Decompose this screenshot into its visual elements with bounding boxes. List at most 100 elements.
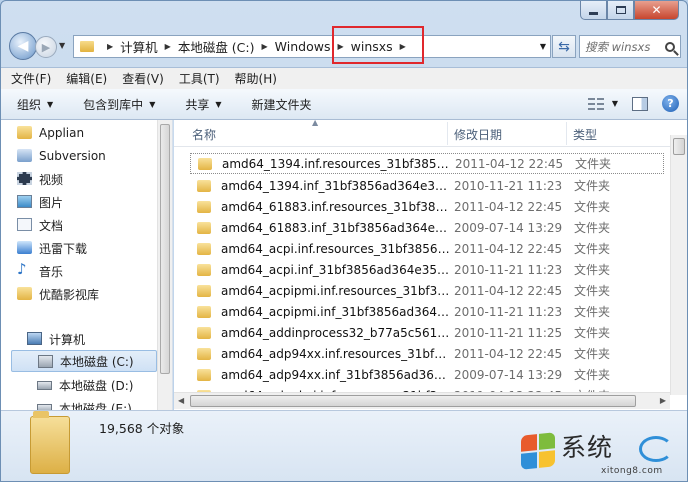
refresh-button[interactable]: ⇆ (552, 35, 576, 58)
file-row[interactable]: amd64_1394.inf_31bf3856ad364e35_... 2010-… (190, 175, 664, 196)
breadcrumb-drive-c[interactable]: 本地磁盘 (C:) (178, 37, 255, 56)
share-label: 共享 (185, 97, 210, 112)
file-type: 文件夹 (574, 305, 611, 319)
scroll-left-icon[interactable]: ◀ (178, 396, 184, 405)
column-header-type[interactable]: 类型 (573, 126, 597, 143)
menu-edit[interactable]: 编辑(E) (66, 70, 107, 87)
folder-icon (17, 126, 32, 139)
file-type: 文件夹 (574, 326, 611, 340)
address-bar[interactable]: ▶ 计算机 ▶ 本地磁盘 (C:) ▶ Windows ▶ winsxs ▶ ▼ (73, 35, 551, 58)
scroll-right-icon[interactable]: ▶ (660, 396, 666, 405)
caption-buttons: ✕ (580, 1, 679, 20)
scrollbar-thumb[interactable] (673, 138, 685, 155)
include-in-library-button[interactable]: 包含到库中 ▼ (83, 96, 155, 113)
details-pane: 19,568 个对象 系统 xitong8.com (1, 410, 687, 481)
search-icon[interactable] (665, 41, 675, 52)
folder-icon (197, 179, 211, 192)
view-options-icon[interactable] (587, 97, 604, 111)
nav-item-xunlei[interactable]: 迅雷下载 (17, 237, 87, 259)
nav-item-drive-c[interactable]: 本地磁盘 (C:) (11, 350, 157, 372)
chevron-down-icon[interactable]: ▼ (612, 99, 618, 108)
file-row[interactable]: amd64_acpipmi.inf_31bf3856ad364e3... 2010… (190, 301, 664, 322)
nav-item-label: 音乐 (39, 264, 64, 279)
file-name: amd64_addinprocess32_b77a5c5619... (221, 325, 451, 340)
file-list-horizontal-scrollbar[interactable]: ◀ ▶ (174, 392, 670, 409)
nav-item-drive-e[interactable]: 本地磁盘 (E:) (37, 397, 132, 410)
scrollbar-thumb[interactable] (190, 395, 636, 407)
nav-item-computer[interactable]: 计算机 (27, 328, 85, 350)
file-row[interactable]: amd64_adp94xx.inf_31bf3856ad364e3... 2009… (190, 364, 664, 385)
help-icon[interactable]: ? (662, 95, 679, 112)
nav-item-pictures[interactable]: 图片 (17, 191, 63, 213)
search-box[interactable] (579, 35, 681, 58)
file-row[interactable]: amd64_acpipmi.inf.resources_31bf38... 201… (190, 280, 664, 301)
file-type: 文件夹 (574, 221, 611, 235)
folder-icon (197, 221, 211, 234)
view-controls: ▼ ? (587, 95, 679, 112)
menu-help[interactable]: 帮助(H) (235, 70, 277, 87)
nav-pane-scrollbar[interactable] (157, 120, 172, 410)
folder-icon (197, 284, 211, 297)
nav-item-videos[interactable]: 视频 (17, 168, 64, 190)
menu-file[interactable]: 文件(F) (11, 70, 51, 87)
nav-item-applian[interactable]: Applian (17, 122, 84, 144)
close-icon: ✕ (651, 3, 662, 17)
breadcrumb-computer[interactable]: 计算机 (120, 37, 158, 56)
back-button[interactable]: ◀ (9, 32, 37, 60)
nav-item-drive-d[interactable]: 本地磁盘 (D:) (37, 374, 133, 396)
share-button[interactable]: 共享 ▼ (185, 96, 221, 113)
annotation-highlight-box (332, 26, 424, 64)
menu-tools[interactable]: 工具(T) (179, 70, 220, 87)
file-row[interactable]: amd64_acpi.inf_31bf3856ad364e35_6.... 201… (190, 259, 664, 280)
column-header-date[interactable]: 修改日期 (454, 126, 502, 143)
file-row[interactable]: amd64_addinprocess32_b77a5c5619... 2010-1… (190, 322, 664, 343)
folder-icon (80, 41, 94, 52)
nav-item-subversion[interactable]: Subversion (17, 145, 106, 167)
video-icon (17, 172, 32, 185)
file-row[interactable]: amd64_61883.inf_31bf3856ad364e35... 2009-… (190, 217, 664, 238)
file-name: amd64_acpipmi.inf.resources_31bf38... (221, 283, 451, 298)
file-list-vertical-scrollbar[interactable] (670, 135, 687, 395)
watermark-logo: 系统 xitong8.com (521, 426, 681, 480)
column-divider[interactable] (447, 122, 448, 145)
nav-item-music[interactable]: ♪ 音乐 (17, 260, 64, 282)
folder-icon (30, 411, 70, 474)
scrollbar-thumb[interactable] (160, 124, 170, 374)
file-row[interactable]: amd64_acpi.inf.resources_31bf3856a... 201… (190, 238, 664, 259)
organize-label: 组织 (17, 97, 42, 112)
file-row[interactable]: amd64_1394.inf.resources_31bf3856a... 201… (190, 153, 664, 174)
chevron-right-icon[interactable]: ▶ (107, 42, 113, 51)
file-type: 文件夹 (575, 157, 612, 171)
search-input[interactable] (585, 39, 663, 54)
menu-view[interactable]: 查看(V) (122, 70, 164, 87)
breadcrumb-windows[interactable]: Windows (275, 39, 331, 54)
file-date: 2011-04-12 22:45 (454, 283, 563, 298)
close-button[interactable]: ✕ (634, 1, 679, 20)
nav-item-youku[interactable]: 优酷影视库 (17, 283, 99, 305)
forward-button[interactable]: ▶ (35, 36, 57, 58)
column-header-name[interactable]: 名称 (192, 126, 216, 143)
chevron-down-icon: ▼ (149, 99, 156, 109)
chevron-right-icon[interactable]: ▶ (165, 42, 171, 51)
nav-item-label: Subversion (39, 149, 106, 163)
nav-item-label: 文档 (39, 218, 64, 233)
address-dropdown-icon[interactable]: ▼ (540, 42, 546, 51)
file-row[interactable]: amd64_61883.inf.resources_31bf3856... 201… (190, 196, 664, 217)
file-name: amd64_1394.inf.resources_31bf3856a... (222, 156, 452, 171)
watermark-url: xitong8.com (601, 466, 663, 476)
chevron-right-icon[interactable]: ▶ (262, 42, 268, 51)
nav-item-label: 视频 (39, 172, 64, 187)
organize-button[interactable]: 组织 ▼ (17, 96, 53, 113)
maximize-button[interactable] (607, 1, 634, 20)
folder-icon (198, 157, 212, 170)
file-row[interactable]: amd64_adp94xx.inf.resources_31bf38... 201… (190, 343, 664, 364)
navigation-pane: Applian Subversion 视频 图片 文档 迅雷下载 ♪ 音乐 优酷影… (1, 120, 173, 410)
include-in-library-label: 包含到库中 (83, 97, 144, 112)
preview-pane-icon[interactable] (632, 96, 648, 111)
recent-pages-dropdown[interactable]: ▼ (59, 41, 65, 50)
nav-item-documents[interactable]: 文档 (17, 214, 64, 236)
file-type: 文件夹 (574, 179, 611, 193)
new-folder-button[interactable]: 新建文件夹 (252, 96, 312, 113)
minimize-button[interactable] (580, 1, 607, 20)
column-divider[interactable] (566, 122, 567, 145)
